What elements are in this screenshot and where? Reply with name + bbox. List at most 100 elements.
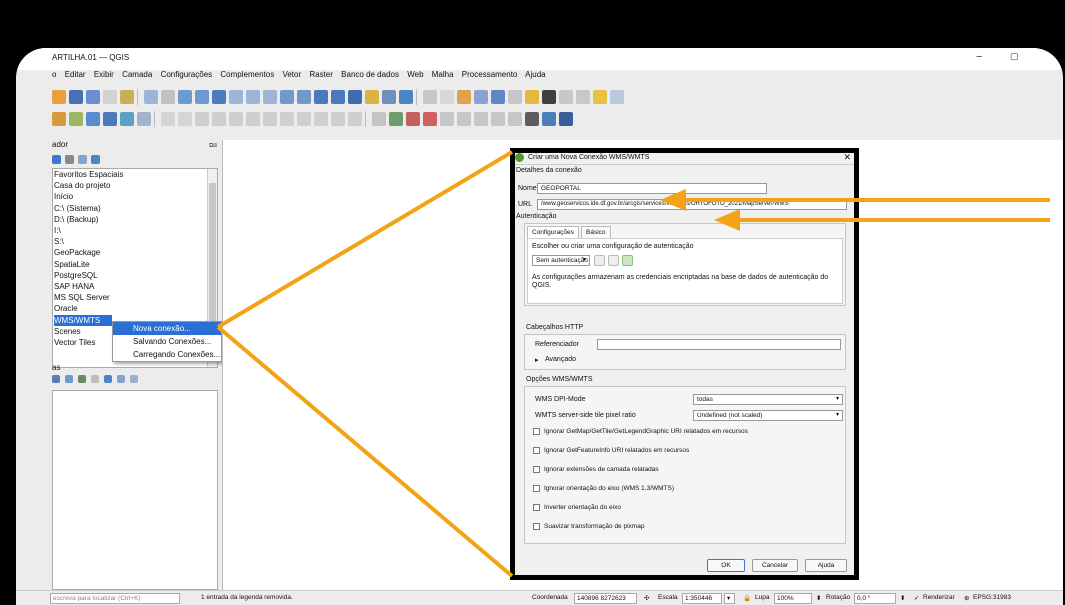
checkbox-invert-axis[interactable]: Inverter orientação do eixo xyxy=(533,504,621,511)
paste-features-icon[interactable] xyxy=(314,112,328,126)
ok-button[interactable]: OK xyxy=(707,559,745,572)
identify-icon[interactable] xyxy=(423,90,437,104)
refresh-icon[interactable] xyxy=(52,154,61,164)
checkbox-box[interactable] xyxy=(533,447,540,454)
browser-item-casa[interactable]: Casa do projeto xyxy=(54,180,217,191)
dpi-mode-select[interactable]: todas ▾ xyxy=(693,394,843,405)
add-group-icon[interactable] xyxy=(65,375,73,383)
style-manager-icon[interactable] xyxy=(120,90,134,104)
move-feature-icon[interactable] xyxy=(246,112,260,126)
panel-float-icon[interactable]: ⧉⊠ xyxy=(209,143,217,150)
label-highlight-icon[interactable] xyxy=(423,112,437,126)
remove-auth-icon[interactable] xyxy=(608,255,619,266)
checkbox-box[interactable] xyxy=(533,485,540,492)
label-rotate-icon[interactable] xyxy=(474,112,488,126)
delete-selected-icon[interactable] xyxy=(263,112,277,126)
add-wfs-icon[interactable] xyxy=(137,112,151,126)
checkbox-ignore-extents[interactable]: Ignorar extensões de camada relatadas xyxy=(533,466,659,473)
select-features-icon[interactable] xyxy=(440,90,454,104)
scale-field[interactable]: 1:350446 xyxy=(682,593,722,604)
filter-icon[interactable] xyxy=(65,154,74,164)
browser-item-sap-hana[interactable]: SAP HANA xyxy=(54,281,217,292)
new-map-view-icon[interactable] xyxy=(314,90,328,104)
browser-item-inicio[interactable]: Início xyxy=(54,191,217,202)
collapse-all-icon[interactable] xyxy=(117,375,125,383)
show-bookmarks-icon[interactable] xyxy=(365,90,379,104)
auth-select[interactable]: Sem autenticação ▾ xyxy=(532,255,590,266)
add-postgis-icon[interactable] xyxy=(103,112,117,126)
zoom-layer-icon[interactable] xyxy=(246,90,260,104)
plugin-icon[interactable] xyxy=(542,112,556,126)
checkbox-smooth-pixmap[interactable]: Suavizar transformação de pixmap xyxy=(533,523,644,530)
browser-item-postgresql[interactable]: PostgreSQL xyxy=(54,270,217,281)
filter-map-icon[interactable] xyxy=(91,375,99,383)
browser-item-spatialite[interactable]: SpatiaLite xyxy=(54,259,217,270)
menu-exibir[interactable]: Exibir xyxy=(94,70,114,79)
add-wms-icon[interactable] xyxy=(120,112,134,126)
menu-complementos[interactable]: Complementos xyxy=(220,70,274,79)
menu-camada[interactable]: Camada xyxy=(122,70,152,79)
scale-dropdown-icon[interactable]: ▾ xyxy=(724,593,735,604)
save-project-icon[interactable] xyxy=(69,90,83,104)
zoom-full-icon[interactable] xyxy=(212,90,226,104)
menu-item-salvando-conexoes[interactable]: Salvando Conexões... xyxy=(113,335,221,348)
cancel-button[interactable]: Cancelar xyxy=(752,559,798,572)
add-raster-layer-icon[interactable] xyxy=(86,112,100,126)
rotation-spin-icon[interactable]: ⬍ xyxy=(900,594,905,602)
tile-ratio-select[interactable]: Undefined (not scaled) ▾ xyxy=(693,410,843,421)
menu-banco-de-dados[interactable]: Banco de dados xyxy=(341,70,399,79)
extents-icon[interactable]: ✣ xyxy=(644,594,649,602)
browser-item-i-drive[interactable]: I:\ xyxy=(54,225,217,236)
zoom-next-icon[interactable] xyxy=(297,90,311,104)
locator-input[interactable]: escreva para localizar (Ctrl+K) xyxy=(50,593,180,604)
browser-item-s-drive[interactable]: S:\ xyxy=(54,236,217,247)
menu-item-carregando-conexoes[interactable]: Carregando Conexões... xyxy=(113,348,221,361)
add-auth-icon[interactable] xyxy=(622,255,633,266)
crs-icon[interactable]: ⊕ xyxy=(964,594,969,602)
rotation-field[interactable]: 0,0 ° xyxy=(854,593,896,604)
save-edits-icon[interactable] xyxy=(195,112,209,126)
add-vector-layer-icon[interactable] xyxy=(69,112,83,126)
menu-ajuda[interactable]: Ajuda xyxy=(525,70,545,79)
diagram-icon[interactable] xyxy=(508,112,522,126)
redo-icon[interactable] xyxy=(348,112,362,126)
menu-processamento[interactable]: Processamento xyxy=(462,70,518,79)
menu-vetor[interactable]: Vetor xyxy=(282,70,301,79)
locator-icon[interactable] xyxy=(610,90,624,104)
label-change-icon[interactable] xyxy=(491,112,505,126)
menu-configuracoes[interactable]: Configurações xyxy=(161,70,213,79)
undo-icon[interactable] xyxy=(331,112,345,126)
layer-style-icon[interactable] xyxy=(52,375,60,383)
sum-icon[interactable] xyxy=(542,90,556,104)
temporal-icon[interactable] xyxy=(382,90,396,104)
checkbox-box[interactable] xyxy=(533,428,540,435)
minimize-icon[interactable]: − xyxy=(976,51,982,63)
menu-malha[interactable]: Malha xyxy=(432,70,454,79)
browser-item-wms-wmts[interactable]: WMS/WMTS xyxy=(54,314,112,326)
referer-field[interactable] xyxy=(597,339,841,350)
statistics-icon[interactable] xyxy=(525,90,539,104)
checkbox-ignore-axis[interactable]: Ignorar orientação do eixo (WMS 1.3/WMTS… xyxy=(533,485,674,492)
pan-icon[interactable] xyxy=(144,90,158,104)
crs-label[interactable]: EPSG:31983 xyxy=(973,594,1011,601)
select-by-value-icon[interactable] xyxy=(457,90,471,104)
remove-layer-icon[interactable] xyxy=(130,375,138,383)
browser-item-ms-sql[interactable]: MS SQL Server xyxy=(54,292,217,303)
zoom-selection-icon[interactable] xyxy=(229,90,243,104)
label-show-hide-icon[interactable] xyxy=(440,112,454,126)
menu-projeto[interactable]: o xyxy=(52,70,56,79)
browser-item-oracle[interactable]: Oracle xyxy=(54,303,217,314)
cut-features-icon[interactable] xyxy=(280,112,294,126)
refresh-icon[interactable] xyxy=(399,90,413,104)
layer-labeling-icon[interactable] xyxy=(389,112,403,126)
digitize-icon[interactable] xyxy=(212,112,226,126)
properties-icon[interactable] xyxy=(91,154,100,164)
magnifier-spin-icon[interactable]: ⬍ xyxy=(816,594,821,602)
checkbox-ignore-getfeatureinfo[interactable]: Ignorar GetFeatureInfo URI relatados em … xyxy=(533,447,689,454)
checkbox-box[interactable] xyxy=(533,523,540,530)
tab-configuracoes[interactable]: Configurações xyxy=(527,226,579,238)
layers-list[interactable] xyxy=(52,390,218,590)
help-button[interactable]: Ajuda xyxy=(805,559,847,572)
zoom-native-icon[interactable] xyxy=(263,90,277,104)
name-field[interactable]: GEOPORTAL xyxy=(537,183,767,194)
